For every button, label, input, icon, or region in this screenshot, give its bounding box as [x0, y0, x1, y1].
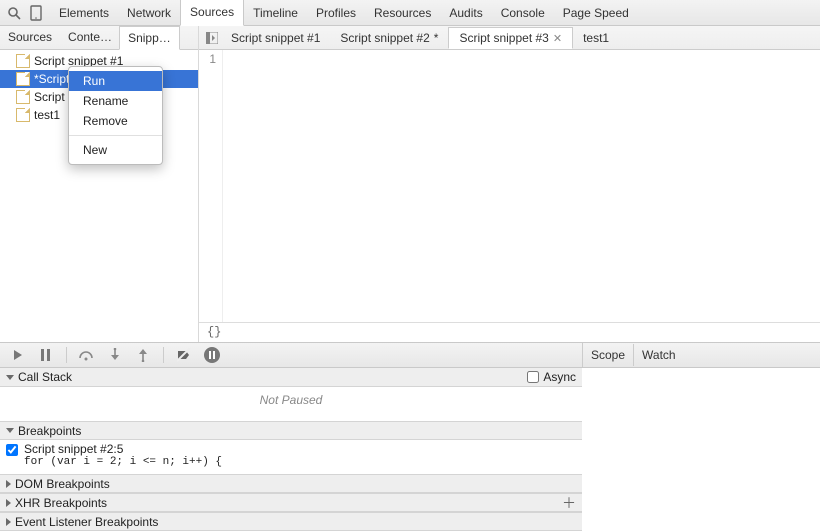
- add-icon[interactable]: ＋: [562, 493, 576, 513]
- pause-icon[interactable]: [38, 347, 54, 363]
- deactivate-breakpoints-icon[interactable]: [176, 347, 192, 363]
- tab-network[interactable]: Network: [118, 0, 180, 26]
- file-tab-label: Script snippet #2: [340, 31, 429, 45]
- editor-area: Script snippet #1 Script snippet #2 * Scr…: [199, 26, 820, 342]
- tab-resources[interactable]: Resources: [365, 0, 440, 26]
- disclosure-triangle-icon: [6, 375, 14, 380]
- call-stack-header[interactable]: Call Stack Async: [0, 368, 582, 387]
- panel-title: XHR Breakpoints: [15, 496, 107, 510]
- device-icon[interactable]: [28, 5, 44, 21]
- snippet-tree: Script snippet #1 *Script snippet #2 Scr…: [0, 50, 198, 342]
- file-tab[interactable]: Script snippet #3 ✕: [448, 27, 573, 49]
- close-icon[interactable]: ✕: [553, 32, 562, 45]
- step-out-icon[interactable]: [135, 347, 151, 363]
- debug-panels: Call Stack Async Not Paused Breakpoints …: [0, 368, 582, 531]
- snippet-label: test1: [34, 108, 60, 122]
- xhr-breakpoints-header[interactable]: XHR Breakpoints ＋: [0, 493, 582, 512]
- modified-indicator: *: [434, 31, 439, 45]
- code-editor[interactable]: 1: [199, 50, 820, 322]
- file-tab[interactable]: Script snippet #2 *: [330, 28, 448, 48]
- async-checkbox[interactable]: [527, 371, 539, 383]
- step-over-icon[interactable]: [79, 347, 95, 363]
- context-menu: Run Rename Remove New: [68, 66, 163, 165]
- navigator-tabs: Sources Conte… Snipp…: [0, 26, 198, 50]
- tab-profiles[interactable]: Profiles: [307, 0, 365, 26]
- context-menu-new[interactable]: New: [69, 140, 162, 160]
- tab-pagespeed[interactable]: Page Speed: [554, 0, 638, 26]
- nav-tab-content[interactable]: Conte…: [60, 26, 120, 49]
- tab-audits[interactable]: Audits: [440, 0, 491, 26]
- pause-on-exceptions-icon[interactable]: [204, 347, 220, 363]
- nav-tab-snippets[interactable]: Snipp…: [119, 26, 180, 50]
- breakpoint-code: for (var i = 2; i <= n; i++) {: [6, 456, 576, 468]
- breakpoint-item[interactable]: Script snippet #2:5: [6, 442, 576, 456]
- file-icon: [16, 54, 30, 68]
- nav-tab-sources[interactable]: Sources: [0, 26, 60, 49]
- dom-breakpoints-header[interactable]: DOM Breakpoints: [0, 474, 582, 493]
- panel-title: DOM Breakpoints: [15, 477, 110, 491]
- disclosure-triangle-icon: [6, 428, 14, 433]
- file-tab-bar: Script snippet #1 Script snippet #2 * Scr…: [199, 26, 820, 50]
- context-menu-remove[interactable]: Remove: [69, 111, 162, 131]
- breakpoint-checkbox[interactable]: [6, 444, 18, 456]
- file-icon: [16, 72, 30, 86]
- event-listener-breakpoints-header[interactable]: Event Listener Breakpoints: [0, 512, 582, 531]
- breakpoints-header[interactable]: Breakpoints: [0, 421, 582, 440]
- file-tab[interactable]: test1: [573, 28, 619, 48]
- not-paused-text: Not Paused: [6, 389, 576, 415]
- context-menu-rename[interactable]: Rename: [69, 91, 162, 111]
- panel-title: Call Stack: [18, 370, 72, 384]
- tab-elements[interactable]: Elements: [50, 0, 118, 26]
- context-menu-run[interactable]: Run: [69, 71, 162, 91]
- file-tab-label: test1: [583, 31, 609, 45]
- async-label: Async: [543, 370, 576, 384]
- disclosure-triangle-icon: [6, 499, 11, 507]
- file-tab-label: Script snippet #1: [231, 31, 320, 45]
- debugger-toolbar: Scope Watch: [0, 342, 820, 368]
- navigator-sidebar: Sources Conte… Snipp… Script snippet #1 …: [0, 26, 199, 342]
- line-gutter: 1: [199, 50, 223, 322]
- panel-title: Breakpoints: [18, 424, 81, 438]
- watch-tab[interactable]: Watch: [634, 344, 684, 366]
- resume-icon[interactable]: [10, 347, 26, 363]
- file-icon: [16, 90, 30, 104]
- pretty-print-button[interactable]: {}: [199, 322, 820, 342]
- breakpoint-label: Script snippet #2:5: [24, 442, 123, 456]
- file-tab-label: Script snippet #3: [459, 31, 548, 45]
- main-toolbar: Elements Network Sources Timeline Profil…: [0, 0, 820, 26]
- disclosure-triangle-icon: [6, 480, 11, 488]
- search-icon[interactable]: [6, 5, 22, 21]
- scope-tab[interactable]: Scope: [583, 344, 634, 366]
- show-navigator-icon[interactable]: [203, 29, 221, 47]
- tab-console[interactable]: Console: [492, 0, 554, 26]
- step-into-icon[interactable]: [107, 347, 123, 363]
- file-tab[interactable]: Script snippet #1: [221, 28, 330, 48]
- tab-sources[interactable]: Sources: [180, 0, 244, 26]
- file-icon: [16, 108, 30, 122]
- code-content[interactable]: [223, 50, 820, 322]
- tab-timeline[interactable]: Timeline: [244, 0, 307, 26]
- panel-tabs: Elements Network Sources Timeline Profil…: [50, 0, 638, 26]
- panel-title: Event Listener Breakpoints: [15, 515, 158, 529]
- sidebar-tabs: Scope Watch: [582, 343, 820, 367]
